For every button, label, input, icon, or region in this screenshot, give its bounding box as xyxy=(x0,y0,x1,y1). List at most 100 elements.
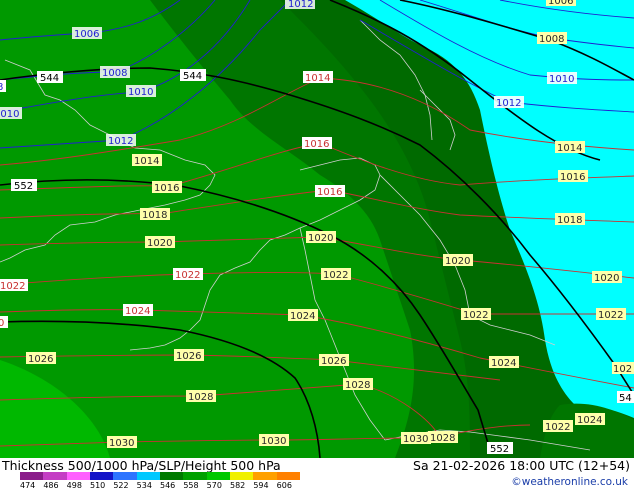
isobar-label-text: 1006 xyxy=(74,29,99,40)
isobar-label-text: 1022 xyxy=(598,310,623,321)
legend-swatch xyxy=(89,472,114,480)
isobar-label: 1028 xyxy=(428,431,458,444)
isobar-label-text: 102 xyxy=(613,364,632,375)
isobar-label: 1020 xyxy=(592,271,622,284)
height-label-text: 552 xyxy=(14,181,33,192)
isobar-label: 1012 xyxy=(494,96,524,109)
legend-tick-label: 522 xyxy=(113,481,129,490)
isobar-label: 1022 xyxy=(543,420,573,433)
height-label-text: 552 xyxy=(490,444,509,455)
isobar-label-text: 1024 xyxy=(577,415,602,426)
isobar-label: 1006 xyxy=(546,0,576,7)
isobar-label: 1026 xyxy=(174,349,204,362)
isobar-label-text: 1022 xyxy=(323,270,348,281)
isobar-label-text: 1022 xyxy=(463,310,488,321)
isobar-label-text: 1028 xyxy=(345,380,370,391)
legend-tick-label: 546 xyxy=(160,481,176,490)
isobar-label-text: 1014 xyxy=(557,143,582,154)
isobar-label: 1018 xyxy=(140,208,170,221)
isobar-label-text: 1016 xyxy=(317,187,342,198)
isobar-label: 1022 xyxy=(461,308,491,321)
isobar-label: 1016 xyxy=(558,170,588,183)
height-label-text: 544 xyxy=(40,73,59,84)
height-label-text: 54 xyxy=(619,393,632,404)
isobar-label-text: 1010 xyxy=(128,87,153,98)
isobar-label: 1010 xyxy=(547,72,577,85)
isobar-label-text: 1020 xyxy=(445,256,470,267)
height-label: 54 xyxy=(617,391,634,404)
isobar-label: 1030 xyxy=(401,432,431,445)
legend-tick-label: 510 xyxy=(90,481,106,490)
isobar-label: 1016 xyxy=(302,137,332,150)
isobar-label-text: 1022 xyxy=(545,422,570,433)
legend-swatch xyxy=(159,472,184,480)
isobar-label-text: 1030 xyxy=(261,436,286,447)
height-label: 552 xyxy=(487,442,513,455)
legend-tick-label: 498 xyxy=(66,481,82,490)
isobar-label-text: 1016 xyxy=(560,172,585,183)
legend-swatch xyxy=(276,472,300,480)
footer-bar: Thickness 500/1000 hPa/SLP/Height 500 hP… xyxy=(0,458,634,490)
isobar-label: 1014 xyxy=(303,71,333,84)
isobar-label-text: 1022 xyxy=(0,281,25,292)
legend-swatch xyxy=(206,472,230,480)
isobar-label: 1016 xyxy=(152,181,182,194)
legend-swatch xyxy=(20,472,44,480)
legend-swatch xyxy=(183,472,207,480)
thickness-legend-ticks: 474 486 498 510 522 534 546 558 570 582 594 606 xyxy=(18,481,318,490)
isobar-label-text: 1024 xyxy=(491,358,516,369)
isobar-label: 1030 xyxy=(259,434,289,447)
map-area: 1012 1006 1008 1010 1010 1012 1008 1010 … xyxy=(0,0,634,458)
isobar-label: 1028 xyxy=(343,378,373,391)
isobar-label: 1020 xyxy=(443,254,473,267)
isobar-label: 1006 xyxy=(72,27,102,40)
isobar-label-text: 1008 xyxy=(539,34,564,45)
legend-swatch xyxy=(136,472,160,480)
isobar-label: 1024 xyxy=(575,413,605,426)
isobar-label-text: 1014 xyxy=(305,73,330,84)
isobar-label-text: 1030 xyxy=(109,438,134,449)
credit-text[interactable]: ©weatheronline.co.uk xyxy=(511,476,628,488)
legend-swatch xyxy=(43,472,67,480)
height-label: 552 xyxy=(11,179,37,192)
isobar-label-text: 1018 xyxy=(142,210,167,221)
legend-tick-label: 558 xyxy=(183,481,199,490)
isobar-label-text: 1016 xyxy=(154,183,179,194)
isobar-label-text: 1030 xyxy=(403,434,428,445)
isobar-label: 1010 xyxy=(0,107,22,120)
isobar-label: 1008 xyxy=(537,32,567,45)
legend-tick-label: 474 xyxy=(20,481,36,490)
isobar-label-text: 1016 xyxy=(304,139,329,150)
isobar-label: 1018 xyxy=(555,213,585,226)
isobar-label: 8 xyxy=(0,80,6,93)
valid-time: Sa 21-02-2026 18:00 UTC (12+54) xyxy=(413,458,630,473)
isobar-label: 1008 xyxy=(100,66,130,79)
isobar-label: 1030 xyxy=(107,436,137,449)
legend-tick-label: 534 xyxy=(136,481,152,490)
isobar-label-text: 1020 xyxy=(308,233,333,244)
isobar-label: 1022 xyxy=(596,308,626,321)
legend-tick-label: 594 xyxy=(253,481,269,490)
isobar-label-text: 1010 xyxy=(0,109,19,120)
legend-tick-label: 582 xyxy=(230,481,246,490)
isobar-label-text: 1012 xyxy=(108,136,133,147)
height-label-text: 544 xyxy=(183,71,202,82)
isobar-label: 1012 xyxy=(106,134,136,147)
legend-swatch xyxy=(229,472,254,480)
isobar-label: 1014 xyxy=(132,154,162,167)
isobar-label-text: 1020 xyxy=(594,273,619,284)
isobar-label-text: 1024 xyxy=(290,311,315,322)
isobar-label: 1024 xyxy=(123,304,153,317)
height-label: 544 xyxy=(37,71,63,84)
isobar-label: 1028 xyxy=(186,390,216,403)
isobar-label-text: 1020 xyxy=(147,238,172,249)
isobar-label: 1012 xyxy=(285,0,315,10)
isobar-label-text: 1028 xyxy=(188,392,213,403)
legend-tick-label: 486 xyxy=(43,481,59,490)
isobar-label-text: 1024 xyxy=(125,306,150,317)
legend-tick-label: 606 xyxy=(276,481,292,490)
isobar-label: 1020 xyxy=(145,236,175,249)
legend-swatch xyxy=(253,472,277,480)
isobar-label-text: 1012 xyxy=(496,98,521,109)
isobar-label-text: 1018 xyxy=(557,215,582,226)
